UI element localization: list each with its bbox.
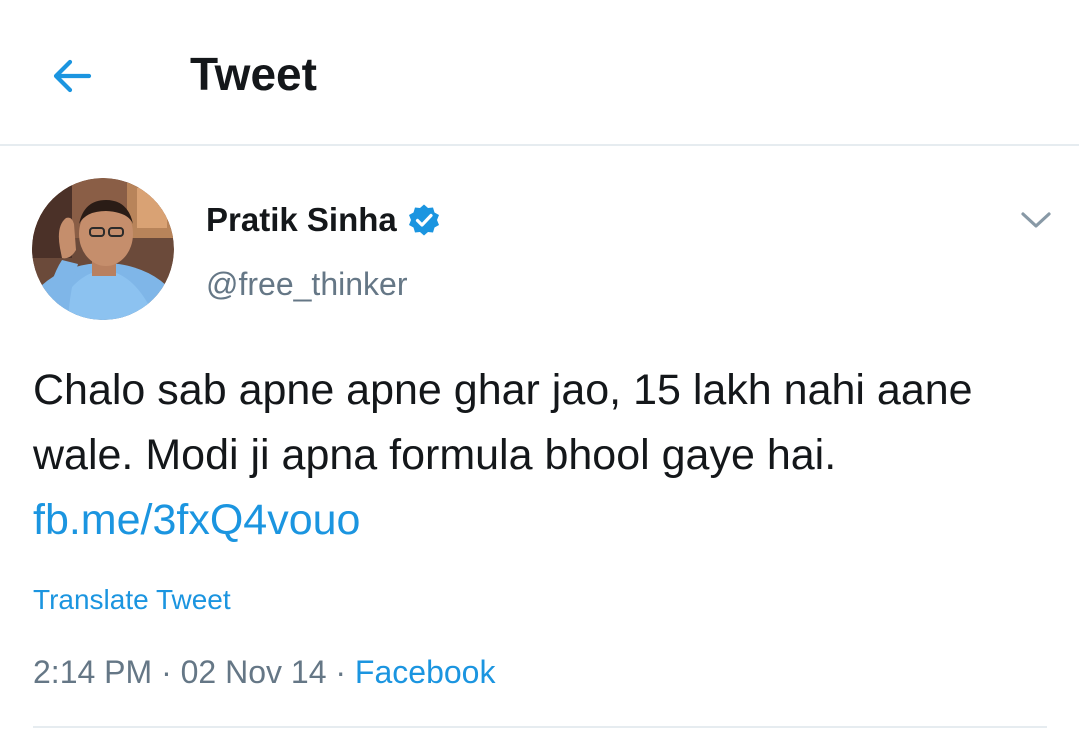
avatar[interactable]	[32, 178, 174, 320]
tweet-menu-button[interactable]	[1016, 200, 1056, 240]
tweet-link[interactable]: fb.me/3fxQ4vouo	[33, 496, 360, 544]
author-name[interactable]: Pratik Sinha	[206, 198, 397, 242]
top-app-bar: Tweet	[0, 0, 1079, 146]
tweet-time[interactable]: 2:14 PM	[33, 654, 152, 690]
back-button[interactable]	[44, 48, 100, 104]
meta-separator: ·	[335, 654, 347, 690]
tweet-metadata: 2:14 PM · 02 Nov 14 · Facebook	[33, 652, 495, 692]
verified-badge-icon	[407, 203, 441, 237]
author-handle[interactable]: @free_thinker	[206, 262, 407, 306]
tweet-date[interactable]: 02 Nov 14	[181, 654, 327, 690]
translate-tweet-link[interactable]: Translate Tweet	[33, 582, 231, 618]
divider	[33, 726, 1047, 728]
tweet-body-text: Chalo sab apne apne ghar jao, 15 lakh na…	[33, 366, 973, 479]
author-name-row: Pratik Sinha	[206, 198, 441, 242]
tweet-text: Chalo sab apne apne ghar jao, 15 lakh na…	[33, 358, 1043, 553]
chevron-down-icon	[1021, 212, 1051, 228]
avatar-photo	[32, 178, 174, 320]
meta-separator: ·	[161, 654, 172, 690]
tweet-detail-screen: Tweet Pratik Sinha @free_thinker Chalo s…	[0, 0, 1079, 742]
arrow-left-icon	[53, 59, 92, 93]
page-title: Tweet	[190, 48, 317, 100]
tweet-source-link[interactable]: Facebook	[355, 654, 496, 690]
